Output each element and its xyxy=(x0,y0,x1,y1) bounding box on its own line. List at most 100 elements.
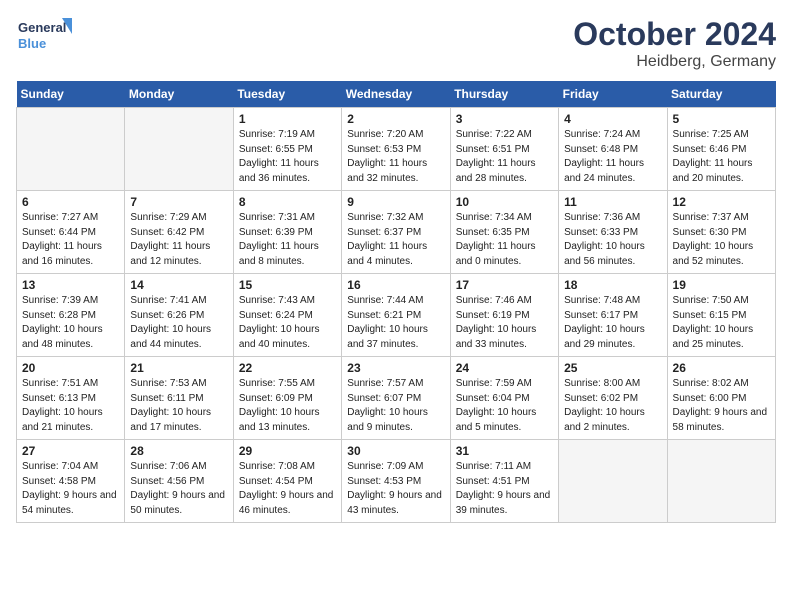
logo-svg: General Blue xyxy=(16,16,76,56)
calendar-day-cell: 19 Sunrise: 7:50 AM Sunset: 6:15 PM Dayl… xyxy=(667,274,775,357)
day-info: Sunrise: 7:48 AM Sunset: 6:17 PM Dayligh… xyxy=(564,294,661,352)
day-number: 14 xyxy=(130,278,227,292)
calendar-week-row: 20 Sunrise: 7:51 AM Sunset: 6:13 PM Dayl… xyxy=(17,357,776,440)
month-title: October 2024 xyxy=(573,16,776,53)
day-info: Sunrise: 7:32 AM Sunset: 6:37 PM Dayligh… xyxy=(347,211,444,269)
calendar-day-cell xyxy=(667,440,775,523)
page-header: General Blue October 2024 Heidberg, Germ… xyxy=(16,16,776,71)
title-block: October 2024 Heidberg, Germany xyxy=(573,16,776,71)
day-info: Sunrise: 7:06 AM Sunset: 4:56 PM Dayligh… xyxy=(130,460,227,518)
calendar-day-cell: 8 Sunrise: 7:31 AM Sunset: 6:39 PM Dayli… xyxy=(233,191,341,274)
svg-text:Blue: Blue xyxy=(18,36,46,51)
logo: General Blue xyxy=(16,16,76,56)
weekday-header: Tuesday xyxy=(233,81,341,108)
calendar-day-cell: 12 Sunrise: 7:37 AM Sunset: 6:30 PM Dayl… xyxy=(667,191,775,274)
weekday-header: Friday xyxy=(559,81,667,108)
calendar-day-cell: 27 Sunrise: 7:04 AM Sunset: 4:58 PM Dayl… xyxy=(17,440,125,523)
calendar-day-cell: 6 Sunrise: 7:27 AM Sunset: 6:44 PM Dayli… xyxy=(17,191,125,274)
calendar-day-cell: 5 Sunrise: 7:25 AM Sunset: 6:46 PM Dayli… xyxy=(667,108,775,191)
day-number: 4 xyxy=(564,112,661,126)
calendar-day-cell xyxy=(17,108,125,191)
day-number: 18 xyxy=(564,278,661,292)
calendar-day-cell: 1 Sunrise: 7:19 AM Sunset: 6:55 PM Dayli… xyxy=(233,108,341,191)
calendar-day-cell: 16 Sunrise: 7:44 AM Sunset: 6:21 PM Dayl… xyxy=(342,274,450,357)
day-info: Sunrise: 7:51 AM Sunset: 6:13 PM Dayligh… xyxy=(22,377,119,435)
calendar-day-cell: 4 Sunrise: 7:24 AM Sunset: 6:48 PM Dayli… xyxy=(559,108,667,191)
day-number: 10 xyxy=(456,195,553,209)
day-info: Sunrise: 7:57 AM Sunset: 6:07 PM Dayligh… xyxy=(347,377,444,435)
calendar-day-cell: 29 Sunrise: 7:08 AM Sunset: 4:54 PM Dayl… xyxy=(233,440,341,523)
calendar-day-cell: 3 Sunrise: 7:22 AM Sunset: 6:51 PM Dayli… xyxy=(450,108,558,191)
day-info: Sunrise: 7:11 AM Sunset: 4:51 PM Dayligh… xyxy=(456,460,553,518)
day-number: 29 xyxy=(239,444,336,458)
calendar-week-row: 27 Sunrise: 7:04 AM Sunset: 4:58 PM Dayl… xyxy=(17,440,776,523)
day-info: Sunrise: 7:22 AM Sunset: 6:51 PM Dayligh… xyxy=(456,128,553,186)
calendar-day-cell: 17 Sunrise: 7:46 AM Sunset: 6:19 PM Dayl… xyxy=(450,274,558,357)
weekday-header: Saturday xyxy=(667,81,775,108)
day-number: 5 xyxy=(673,112,770,126)
day-number: 27 xyxy=(22,444,119,458)
calendar-body: 1 Sunrise: 7:19 AM Sunset: 6:55 PM Dayli… xyxy=(17,108,776,523)
calendar-week-row: 6 Sunrise: 7:27 AM Sunset: 6:44 PM Dayli… xyxy=(17,191,776,274)
day-info: Sunrise: 7:19 AM Sunset: 6:55 PM Dayligh… xyxy=(239,128,336,186)
day-info: Sunrise: 7:43 AM Sunset: 6:24 PM Dayligh… xyxy=(239,294,336,352)
calendar-day-cell: 21 Sunrise: 7:53 AM Sunset: 6:11 PM Dayl… xyxy=(125,357,233,440)
day-number: 23 xyxy=(347,361,444,375)
day-info: Sunrise: 8:02 AM Sunset: 6:00 PM Dayligh… xyxy=(673,377,770,435)
day-info: Sunrise: 7:50 AM Sunset: 6:15 PM Dayligh… xyxy=(673,294,770,352)
day-info: Sunrise: 7:24 AM Sunset: 6:48 PM Dayligh… xyxy=(564,128,661,186)
day-info: Sunrise: 7:59 AM Sunset: 6:04 PM Dayligh… xyxy=(456,377,553,435)
day-number: 20 xyxy=(22,361,119,375)
weekday-header: Sunday xyxy=(17,81,125,108)
day-info: Sunrise: 7:31 AM Sunset: 6:39 PM Dayligh… xyxy=(239,211,336,269)
calendar-day-cell: 14 Sunrise: 7:41 AM Sunset: 6:26 PM Dayl… xyxy=(125,274,233,357)
weekday-row: SundayMondayTuesdayWednesdayThursdayFrid… xyxy=(17,81,776,108)
day-number: 9 xyxy=(347,195,444,209)
day-number: 26 xyxy=(673,361,770,375)
day-info: Sunrise: 8:00 AM Sunset: 6:02 PM Dayligh… xyxy=(564,377,661,435)
calendar-day-cell: 11 Sunrise: 7:36 AM Sunset: 6:33 PM Dayl… xyxy=(559,191,667,274)
svg-text:General: General xyxy=(18,20,66,35)
day-info: Sunrise: 7:29 AM Sunset: 6:42 PM Dayligh… xyxy=(130,211,227,269)
calendar-day-cell: 20 Sunrise: 7:51 AM Sunset: 6:13 PM Dayl… xyxy=(17,357,125,440)
day-number: 24 xyxy=(456,361,553,375)
day-info: Sunrise: 7:20 AM Sunset: 6:53 PM Dayligh… xyxy=(347,128,444,186)
day-info: Sunrise: 7:25 AM Sunset: 6:46 PM Dayligh… xyxy=(673,128,770,186)
day-number: 25 xyxy=(564,361,661,375)
calendar-day-cell: 22 Sunrise: 7:55 AM Sunset: 6:09 PM Dayl… xyxy=(233,357,341,440)
day-info: Sunrise: 7:53 AM Sunset: 6:11 PM Dayligh… xyxy=(130,377,227,435)
day-number: 2 xyxy=(347,112,444,126)
calendar-day-cell: 26 Sunrise: 8:02 AM Sunset: 6:00 PM Dayl… xyxy=(667,357,775,440)
weekday-header: Wednesday xyxy=(342,81,450,108)
day-info: Sunrise: 7:39 AM Sunset: 6:28 PM Dayligh… xyxy=(22,294,119,352)
calendar-header: SundayMondayTuesdayWednesdayThursdayFrid… xyxy=(17,81,776,108)
calendar-day-cell: 31 Sunrise: 7:11 AM Sunset: 4:51 PM Dayl… xyxy=(450,440,558,523)
day-info: Sunrise: 7:41 AM Sunset: 6:26 PM Dayligh… xyxy=(130,294,227,352)
day-info: Sunrise: 7:37 AM Sunset: 6:30 PM Dayligh… xyxy=(673,211,770,269)
day-number: 30 xyxy=(347,444,444,458)
day-number: 22 xyxy=(239,361,336,375)
day-number: 13 xyxy=(22,278,119,292)
day-number: 21 xyxy=(130,361,227,375)
calendar-day-cell: 18 Sunrise: 7:48 AM Sunset: 6:17 PM Dayl… xyxy=(559,274,667,357)
day-number: 7 xyxy=(130,195,227,209)
day-number: 15 xyxy=(239,278,336,292)
calendar-day-cell: 10 Sunrise: 7:34 AM Sunset: 6:35 PM Dayl… xyxy=(450,191,558,274)
day-number: 6 xyxy=(22,195,119,209)
calendar-week-row: 13 Sunrise: 7:39 AM Sunset: 6:28 PM Dayl… xyxy=(17,274,776,357)
calendar-day-cell: 15 Sunrise: 7:43 AM Sunset: 6:24 PM Dayl… xyxy=(233,274,341,357)
day-number: 28 xyxy=(130,444,227,458)
day-info: Sunrise: 7:09 AM Sunset: 4:53 PM Dayligh… xyxy=(347,460,444,518)
day-number: 16 xyxy=(347,278,444,292)
calendar-day-cell xyxy=(125,108,233,191)
day-number: 17 xyxy=(456,278,553,292)
calendar-day-cell: 23 Sunrise: 7:57 AM Sunset: 6:07 PM Dayl… xyxy=(342,357,450,440)
calendar-day-cell: 7 Sunrise: 7:29 AM Sunset: 6:42 PM Dayli… xyxy=(125,191,233,274)
day-info: Sunrise: 7:08 AM Sunset: 4:54 PM Dayligh… xyxy=(239,460,336,518)
day-number: 11 xyxy=(564,195,661,209)
calendar-day-cell: 25 Sunrise: 8:00 AM Sunset: 6:02 PM Dayl… xyxy=(559,357,667,440)
location: Heidberg, Germany xyxy=(573,53,776,71)
day-number: 3 xyxy=(456,112,553,126)
calendar-day-cell: 24 Sunrise: 7:59 AM Sunset: 6:04 PM Dayl… xyxy=(450,357,558,440)
day-number: 19 xyxy=(673,278,770,292)
